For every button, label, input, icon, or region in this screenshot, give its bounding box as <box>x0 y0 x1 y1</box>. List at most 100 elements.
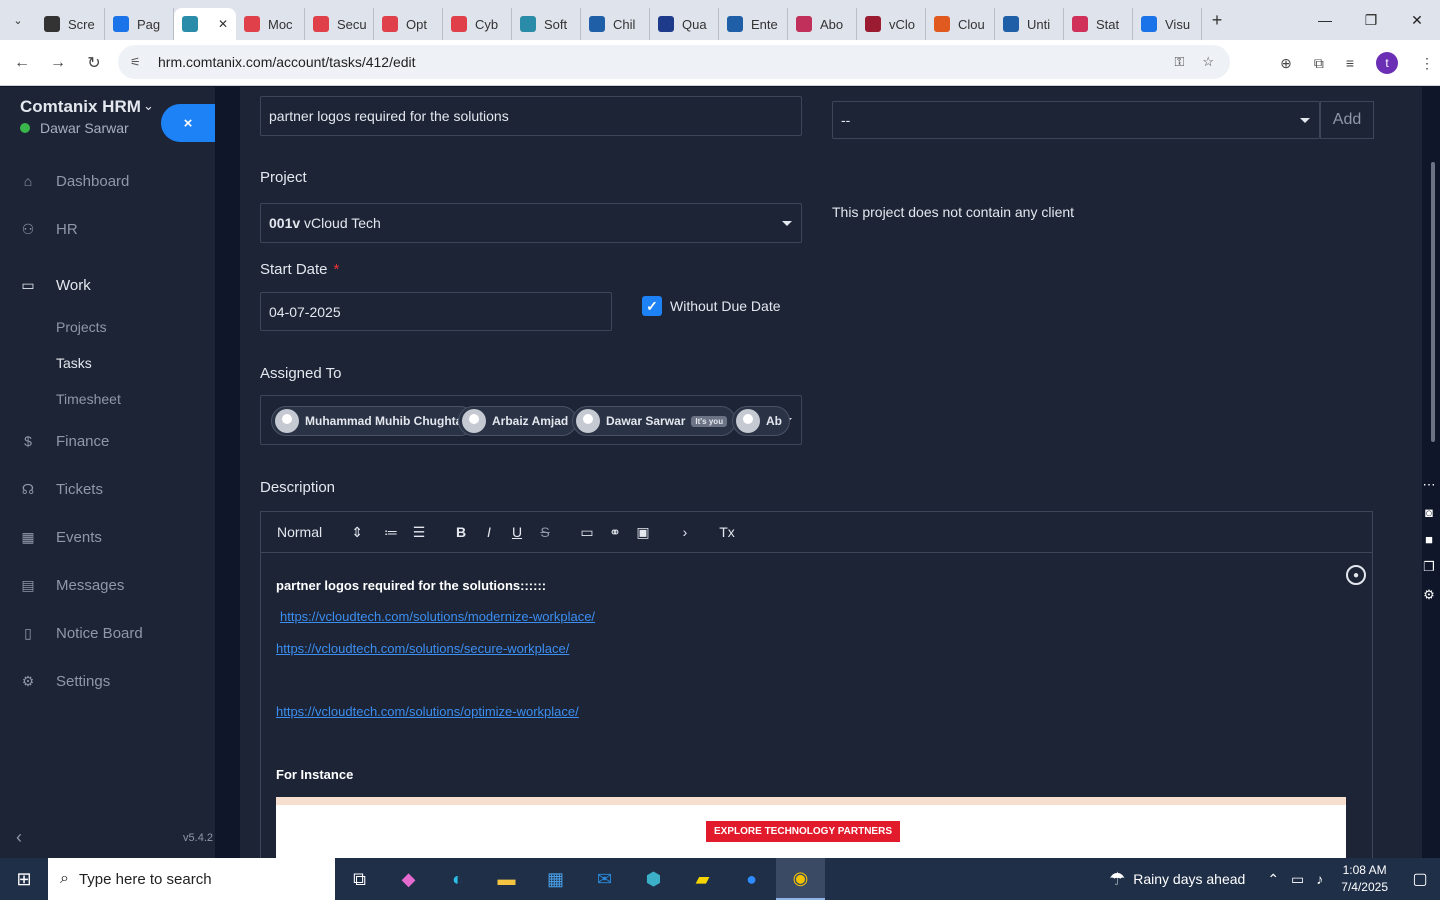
browser-tab[interactable]: ✕ <box>174 8 236 40</box>
settings-gear-icon[interactable]: ⚙ <box>1423 587 1435 603</box>
site-info-icon[interactable]: ⚟ <box>130 55 152 69</box>
new-tab-button[interactable]: + <box>1202 10 1232 31</box>
sidebar-subitem-timesheet[interactable]: Timesheet <box>0 381 215 417</box>
mail-icon[interactable]: ✉ <box>580 858 629 900</box>
link-icon[interactable]: ⚭ <box>601 524 629 541</box>
sidebar-item-dashboard[interactable]: ⌂ Dashboard <box>0 157 215 205</box>
task-label-select[interactable]: -- <box>832 101 1320 139</box>
chevron-down-icon[interactable]: ⌄ <box>143 98 154 114</box>
project-select[interactable]: 001v vCloud Tech <box>260 203 802 243</box>
italic-icon[interactable]: I <box>475 524 503 540</box>
add-label-button[interactable]: Add <box>1320 101 1374 139</box>
browser-tab[interactable]: Opt <box>374 8 443 40</box>
edge-icon[interactable]: ◐ <box>433 858 482 900</box>
task-title-input[interactable]: partner logos required for the solutions <box>260 96 802 136</box>
minimize-button[interactable]: — <box>1302 0 1348 40</box>
clock[interactable]: 1:08 AM 7/4/2025 <box>1341 862 1388 896</box>
browser-tab[interactable]: Abo <box>788 8 857 40</box>
indent-icon[interactable]: › <box>671 524 699 540</box>
extensions-icon[interactable]: ⧉ <box>1314 55 1324 72</box>
weather-widget[interactable]: ☂ Rainy days ahead <box>1101 869 1245 890</box>
underline-icon[interactable]: U <box>503 524 531 540</box>
media-control-icon[interactable]: ≡ <box>1346 55 1354 71</box>
file-explorer-icon[interactable]: ▬ <box>482 858 531 900</box>
page-scrollbar[interactable] <box>1422 87 1440 858</box>
back-button[interactable]: ← <box>4 54 40 72</box>
browser-tab[interactable]: Qua <box>650 8 719 40</box>
volume-icon[interactable]: ♪ <box>1316 871 1323 887</box>
browser-tab[interactable]: Pag <box>105 8 174 40</box>
close-sidebar-button[interactable]: × <box>161 104 215 142</box>
clear-format-icon[interactable]: Tx <box>713 524 741 540</box>
start-date-input[interactable]: 04-07-2025 <box>260 292 612 331</box>
description-link[interactable]: https://vcloudtech.com/solutions/secure-… <box>276 641 569 656</box>
tab-search-button[interactable]: ⌄ <box>0 0 36 40</box>
sidebar-item-messages[interactable]: ▤ Messages <box>0 561 215 609</box>
collapse-sidebar-icon[interactable]: ‹ <box>16 827 22 848</box>
tray-chevron-up-icon[interactable]: ⌃ <box>1267 871 1279 888</box>
app-icon[interactable]: ⬢ <box>629 858 678 900</box>
video-camera-icon[interactable]: ■ <box>1425 532 1433 547</box>
grammar-assist-icon[interactable]: ● <box>1346 565 1366 585</box>
sidebar-item-events[interactable]: ▦ Events <box>0 513 215 561</box>
browser-tab[interactable]: Clou <box>926 8 995 40</box>
network-icon[interactable]: ▭ <box>1291 871 1304 888</box>
browser-tab[interactable]: Soft <box>512 8 581 40</box>
url-field[interactable]: ⚟ hrm.comtanix.com/account/tasks/412/edi… <box>118 45 1230 79</box>
scrollbar-thumb[interactable] <box>1431 162 1435 442</box>
assignee-chip[interactable]: Dawar Sarwar It's you <box>572 406 737 436</box>
store-icon[interactable]: ▦ <box>531 858 580 900</box>
copilot-icon[interactable]: ◆ <box>384 858 433 900</box>
browser-tab[interactable]: Moc <box>236 8 305 40</box>
browser-tab[interactable]: Chil <box>581 8 650 40</box>
windows-start-button[interactable]: ⊞ <box>0 858 48 900</box>
close-window-button[interactable]: ✕ <box>1394 0 1440 40</box>
copy-icon[interactable]: ❐ <box>1423 559 1435 575</box>
restore-button[interactable]: ❐ <box>1348 0 1394 40</box>
chrome-icon[interactable]: ◉ <box>776 858 825 900</box>
translate-icon[interactable]: ⊕ <box>1280 55 1292 72</box>
browser-tab[interactable]: Visu <box>1133 8 1202 40</box>
sidebar-item-finance[interactable]: $ Finance <box>0 417 215 465</box>
assignee-chip[interactable]: Muhammad Muhib Chughtai <box>271 406 475 436</box>
bold-icon[interactable]: B <box>447 524 475 540</box>
video-icon[interactable]: ▣ <box>629 524 657 541</box>
close-tab-icon[interactable]: ✕ <box>218 17 228 31</box>
format-select[interactable]: Normal ⇕ <box>277 524 377 541</box>
assignees-select[interactable]: Muhammad Muhib Chughtai Arbaiz Amjad Dawar… <box>260 395 802 445</box>
without-due-date-label[interactable]: Without Due Date <box>670 298 781 314</box>
task-view-icon[interactable]: ⧉ <box>335 858 384 900</box>
sidebar-subitem-projects[interactable]: Projects <box>0 309 215 345</box>
password-key-icon[interactable]: ⚿ <box>1174 54 1184 70</box>
camera-icon[interactable]: ◙ <box>1425 505 1433 520</box>
sticky-notes-icon[interactable]: ▰ <box>678 858 727 900</box>
notification-icon[interactable]: ▢ <box>1400 869 1440 889</box>
zoom-icon[interactable]: ● <box>727 858 776 900</box>
browser-tab[interactable]: Cyb <box>443 8 512 40</box>
without-due-date-checkbox[interactable]: ✓ <box>642 296 662 316</box>
description-link[interactable]: https://vcloudtech.com/solutions/moderni… <box>280 609 595 624</box>
sidebar-item-work[interactable]: ▭ Work <box>0 261 215 309</box>
brand-name[interactable]: Comtanix HRM <box>20 97 141 117</box>
sidebar-item-tickets[interactable]: ☊ Tickets <box>0 465 215 513</box>
browser-tab[interactable]: Ente <box>719 8 788 40</box>
more-icon[interactable]: ⋯ <box>1423 477 1436 493</box>
strike-icon[interactable]: S <box>531 524 559 540</box>
browser-tab[interactable]: Unti <box>995 8 1064 40</box>
menu-kebab-icon[interactable]: ⋮ <box>1420 55 1434 72</box>
bullet-list-icon[interactable]: ☰ <box>405 524 433 541</box>
sidebar-item-notice-board[interactable]: ▯ Notice Board <box>0 609 215 657</box>
browser-tab[interactable]: Stat <box>1064 8 1133 40</box>
taskbar-search-input[interactable]: ⌕ Type here to search <box>48 858 335 900</box>
browser-tab[interactable]: Secu <box>305 8 374 40</box>
browser-tab[interactable]: Scre <box>36 8 105 40</box>
assignee-chip[interactable]: Arbaiz Amjad <box>458 406 578 436</box>
reload-button[interactable]: ↻ <box>76 53 112 73</box>
image-icon[interactable]: ▭ <box>573 524 601 541</box>
description-link[interactable]: https://vcloudtech.com/solutions/optimiz… <box>276 704 579 719</box>
assignee-chip[interactable]: Ab <box>732 406 790 436</box>
sidebar-subitem-tasks[interactable]: Tasks <box>0 345 215 381</box>
ordered-list-icon[interactable]: ≔ <box>377 524 405 541</box>
profile-avatar[interactable]: t <box>1376 52 1398 74</box>
bookmark-star-icon[interactable]: ☆ <box>1202 54 1214 70</box>
